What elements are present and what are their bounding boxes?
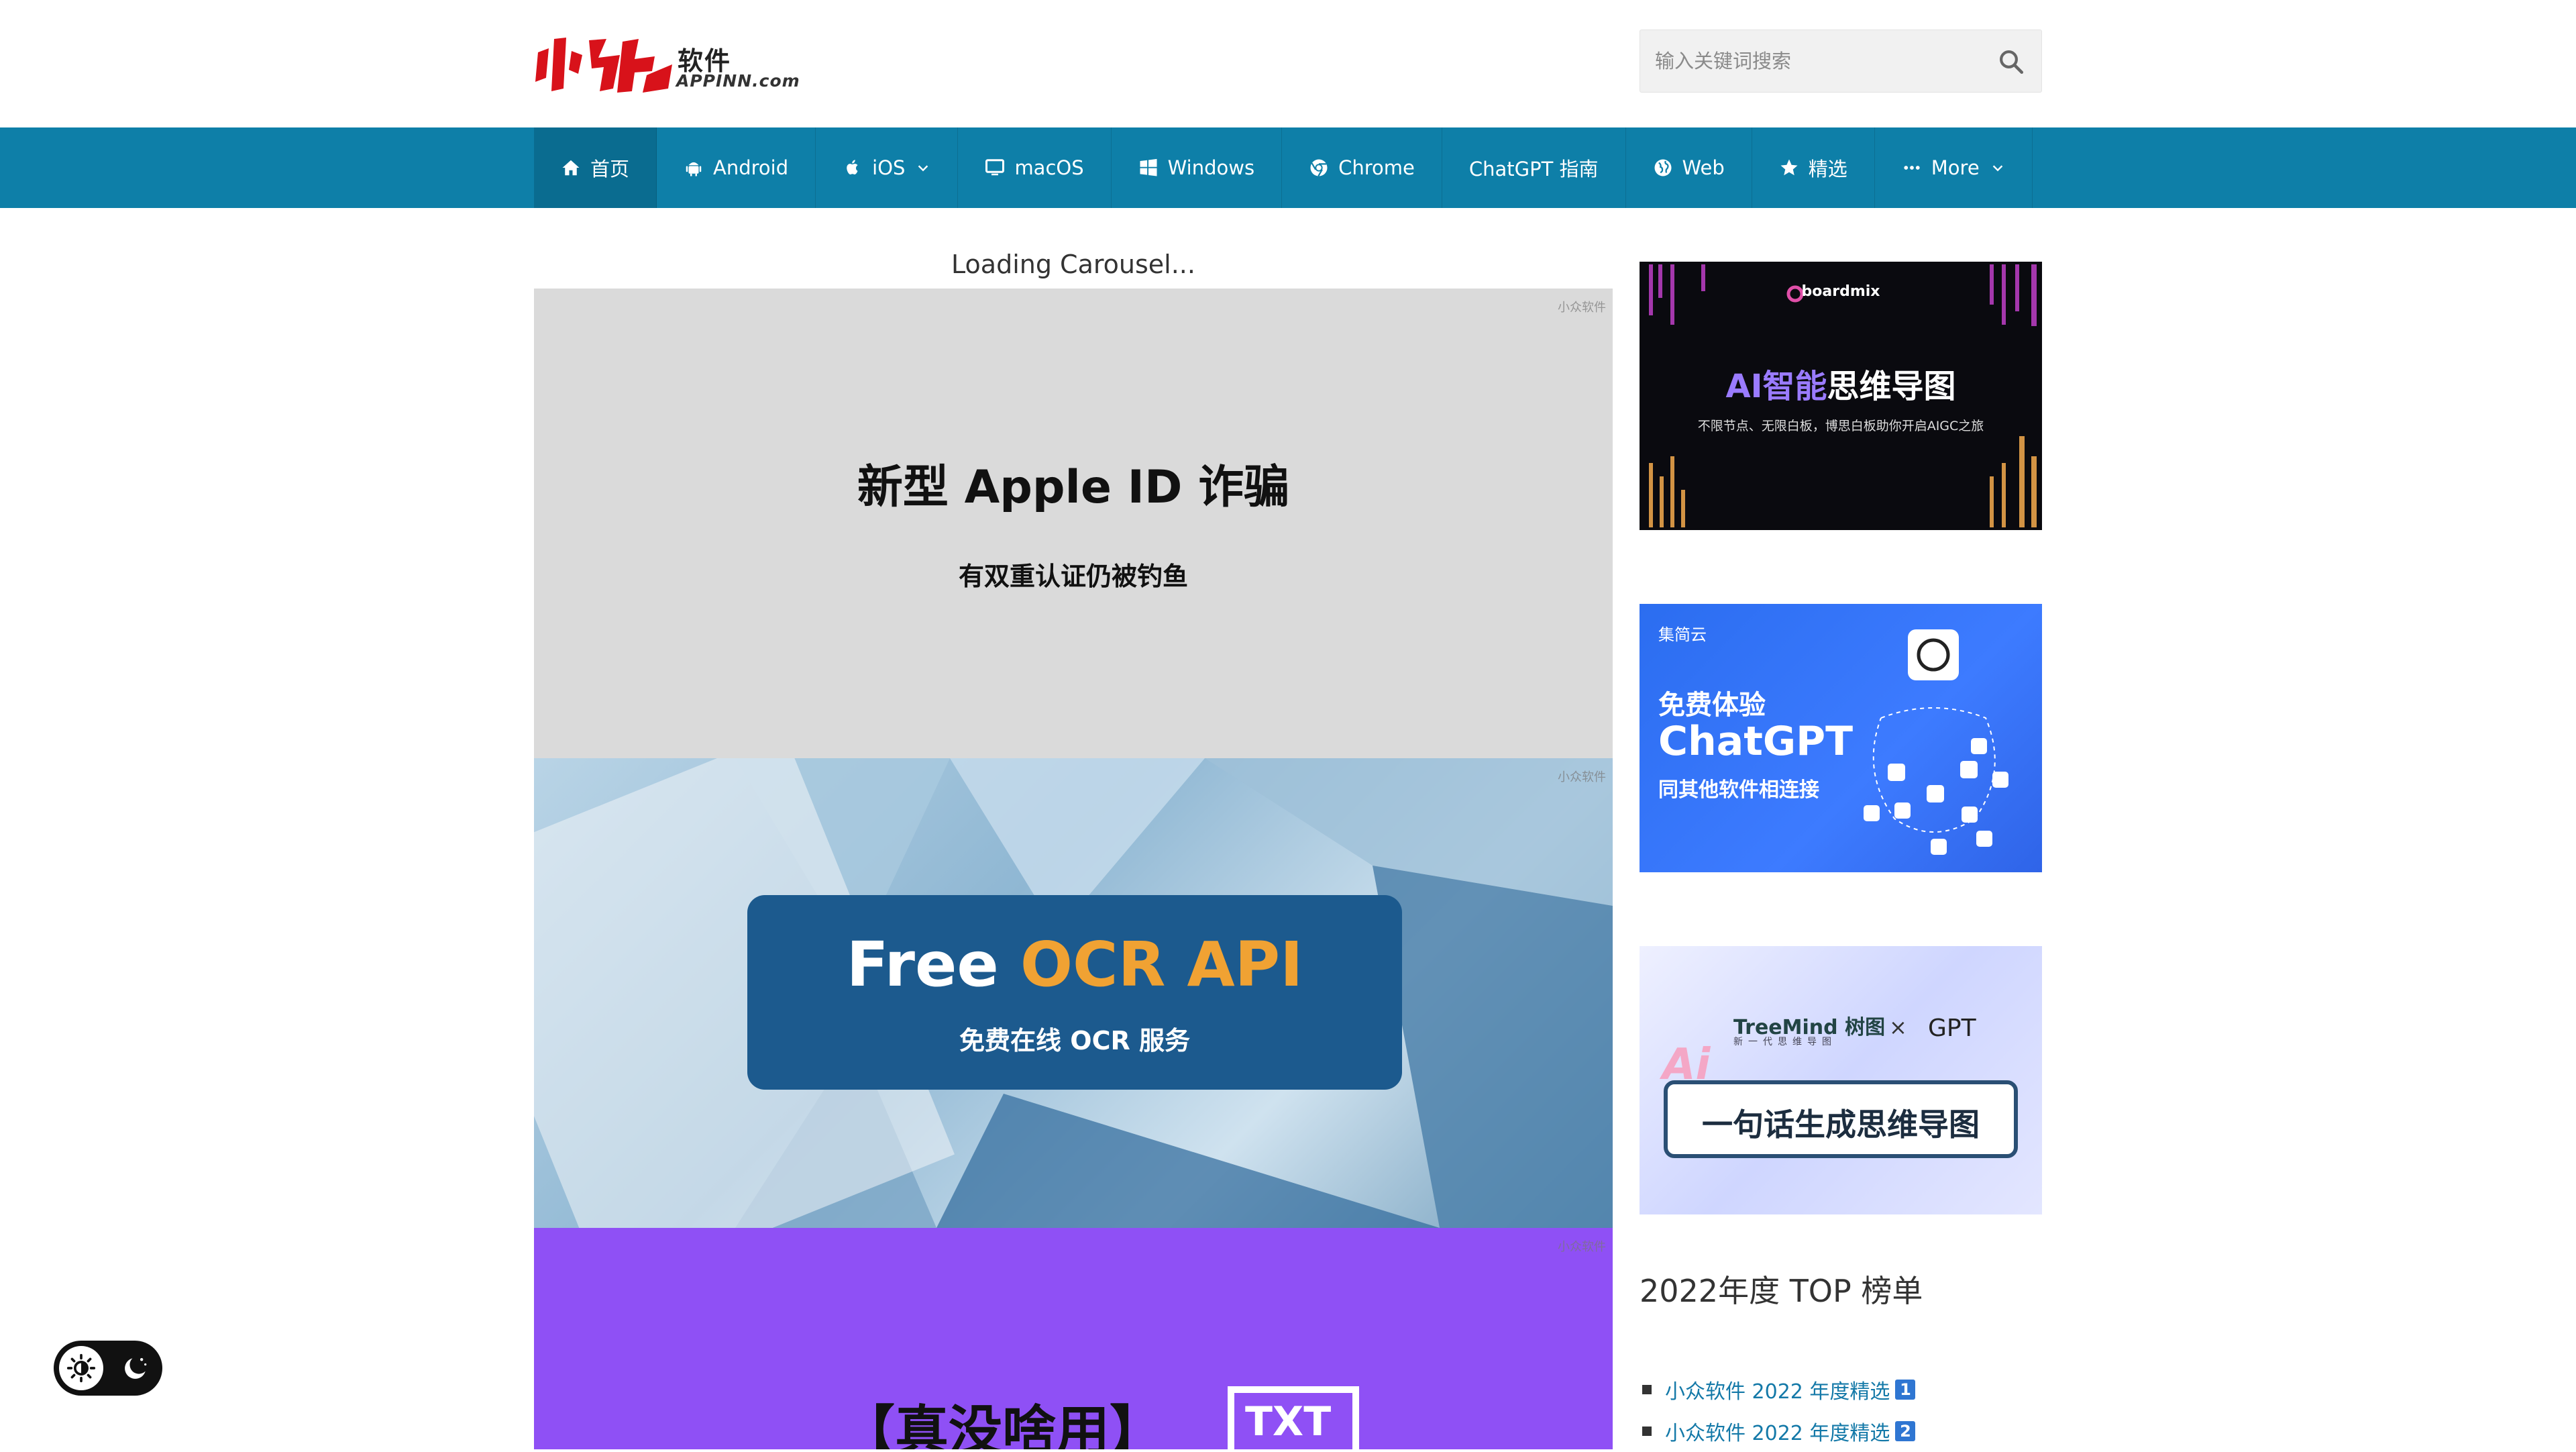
top-list-link[interactable]: 小众软件 2022 年度精选 bbox=[1665, 1416, 1890, 1446]
nav-item-more[interactable]: More bbox=[1875, 127, 2033, 208]
nav-label: macOS bbox=[1014, 156, 1084, 179]
chatgpt-network-icon bbox=[1864, 629, 2008, 855]
ad-line2: ChatGPT bbox=[1658, 718, 1854, 765]
chevron-down-icon bbox=[918, 165, 928, 172]
nav-label: Android bbox=[713, 156, 789, 179]
site-header: 软件 APPINN.com bbox=[0, 0, 2576, 127]
ad-slogan-box: 一句话生成思维导图 bbox=[1664, 1080, 2018, 1158]
list-item: 小众软件 2022 年度精选 2 bbox=[1640, 1410, 1916, 1452]
nav-item-macos[interactable]: macOS bbox=[958, 127, 1112, 208]
more-icon bbox=[1902, 158, 1922, 178]
slide-title-part2: OCR API bbox=[1020, 929, 1303, 1000]
top-list-heading: 2022年度 TOP 榜单 bbox=[1640, 1273, 1923, 1309]
star-icon bbox=[1779, 158, 1799, 178]
sun-icon bbox=[66, 1353, 96, 1383]
number-badge: 1 bbox=[1895, 1380, 1916, 1400]
logo-text-en: APPINN.com bbox=[676, 71, 800, 91]
nav-label: iOS bbox=[872, 156, 906, 179]
slide-title: 【真没啥用】 bbox=[841, 1400, 1163, 1449]
carousel-slide-txt[interactable]: 小众软件 【真没啥用】 TXT bbox=[534, 1228, 1613, 1449]
carousel-slide-apple-id[interactable]: 小众软件 新型 Apple ID 诈骗 有双重认证仍被钓鱼 bbox=[534, 289, 1613, 758]
nav-item-featured[interactable]: 精选 bbox=[1752, 127, 1875, 208]
ad-line1: 免费体验 bbox=[1658, 690, 1766, 721]
carousel-loading-text: Loading Carousel... bbox=[951, 250, 1195, 279]
nav-label: Chrome bbox=[1338, 156, 1415, 179]
nav-item-ios[interactable]: iOS bbox=[816, 127, 959, 208]
windows-icon bbox=[1138, 158, 1159, 178]
ad-slogan: 一句话生成思维导图 bbox=[1702, 1106, 1980, 1143]
nav-label: 首页 bbox=[590, 158, 630, 180]
nav-item-chrome[interactable]: Chrome bbox=[1282, 127, 1442, 208]
carousel-slide-ocr[interactable]: 小众软件 Free OCR API 免费在线 OCR 服务 bbox=[534, 758, 1613, 1228]
logo-mark-icon bbox=[535, 38, 672, 93]
slide-title: Free OCR API bbox=[747, 929, 1402, 1000]
ad-brand: 集简云 bbox=[1658, 625, 1707, 644]
search-icon[interactable] bbox=[1997, 48, 2025, 76]
nav-item-windows[interactable]: Windows bbox=[1112, 127, 1283, 208]
nav-item-web[interactable]: Web bbox=[1626, 127, 1752, 208]
ad-title: AI智能思维导图 bbox=[1640, 360, 2042, 407]
ad-brand: boardmix bbox=[1801, 283, 1880, 300]
ad-title-rest: 思维导图 bbox=[1827, 368, 1956, 405]
nav-item-chatgpt[interactable]: ChatGPT 指南 bbox=[1442, 127, 1626, 208]
chevron-down-icon bbox=[1992, 165, 2002, 172]
apple-icon bbox=[843, 158, 863, 178]
ad-gpt: GPT bbox=[1928, 1015, 1976, 1042]
slide-subtitle: 有双重认证仍被钓鱼 bbox=[958, 562, 1188, 591]
slide-watermark: 小众软件 bbox=[1558, 770, 1606, 784]
ad-times-sign: × bbox=[1889, 1015, 1907, 1040]
slide-title: 新型 Apple ID 诈骗 bbox=[857, 461, 1290, 514]
ad-line3: 同其他软件相连接 bbox=[1658, 778, 1819, 802]
sidebar-ad-jijianyun[interactable]: 集简云 免费体验 ChatGPT 同其他软件相连接 bbox=[1640, 604, 2042, 872]
slide-watermark: 小众软件 bbox=[1558, 301, 1606, 315]
slide-subtitle: 免费在线 OCR 服务 bbox=[959, 1026, 1190, 1055]
globe-icon bbox=[1653, 158, 1673, 178]
nav-label: Windows bbox=[1167, 156, 1255, 179]
search-input[interactable] bbox=[1640, 30, 1990, 92]
home-icon bbox=[561, 158, 581, 178]
android-icon bbox=[684, 158, 704, 178]
nav-item-home[interactable]: 首页 bbox=[534, 127, 657, 208]
search-box bbox=[1640, 30, 2042, 93]
chrome-icon bbox=[1309, 158, 1329, 178]
ad-subtitle: 不限节点、无限白板，博思白板助你开启AIGC之旅 bbox=[1697, 419, 1984, 433]
nav-label: 精选 bbox=[1808, 158, 1847, 180]
ad-title-ai: AI智能 bbox=[1725, 368, 1827, 405]
sidebar-ad-boardmix[interactable]: boardmix AI智能思维导图 不限节点、无限白板，博思白板助你开启AIGC… bbox=[1640, 262, 2042, 530]
bullet-icon bbox=[1642, 1427, 1652, 1436]
top-list: 小众软件 2022 年度精选 1 小众软件 2022 年度精选 2 bbox=[1640, 1369, 1916, 1452]
top-list-link[interactable]: 小众软件 2022 年度精选 bbox=[1665, 1375, 1890, 1404]
bullet-icon bbox=[1642, 1385, 1652, 1394]
sidebar-ad-treemind[interactable]: TreeMind 树图 新一代思维导图 × GPT Ai 一句话生成思维导图 bbox=[1640, 946, 2042, 1214]
list-item: 小众软件 2022 年度精选 1 bbox=[1640, 1369, 1916, 1410]
theme-toggle[interactable] bbox=[54, 1341, 162, 1396]
nav-item-android[interactable]: Android bbox=[657, 127, 816, 208]
nav-label: More bbox=[1931, 156, 1980, 179]
site-logo[interactable]: 软件 APPINN.com bbox=[534, 35, 800, 97]
txt-file-icon: TXT bbox=[1228, 1386, 1359, 1449]
moon-icon bbox=[125, 1357, 147, 1379]
ocr-card: Free OCR API 免费在线 OCR 服务 bbox=[747, 895, 1402, 1090]
main-nav: 首页 Android iOS macOS Windows Chrome Chat… bbox=[0, 127, 2576, 208]
slide-title-part1: Free bbox=[846, 929, 999, 1000]
number-badge: 2 bbox=[1895, 1421, 1916, 1441]
ad-brand-sub: 新一代思维导图 bbox=[1733, 1037, 1837, 1047]
nav-label: Web bbox=[1682, 156, 1725, 179]
txt-file-label: TXT bbox=[1245, 1398, 1332, 1445]
nav-label: ChatGPT 指南 bbox=[1468, 158, 1599, 180]
monitor-icon bbox=[985, 158, 1005, 178]
slide-watermark: 小众软件 bbox=[1558, 1240, 1606, 1254]
